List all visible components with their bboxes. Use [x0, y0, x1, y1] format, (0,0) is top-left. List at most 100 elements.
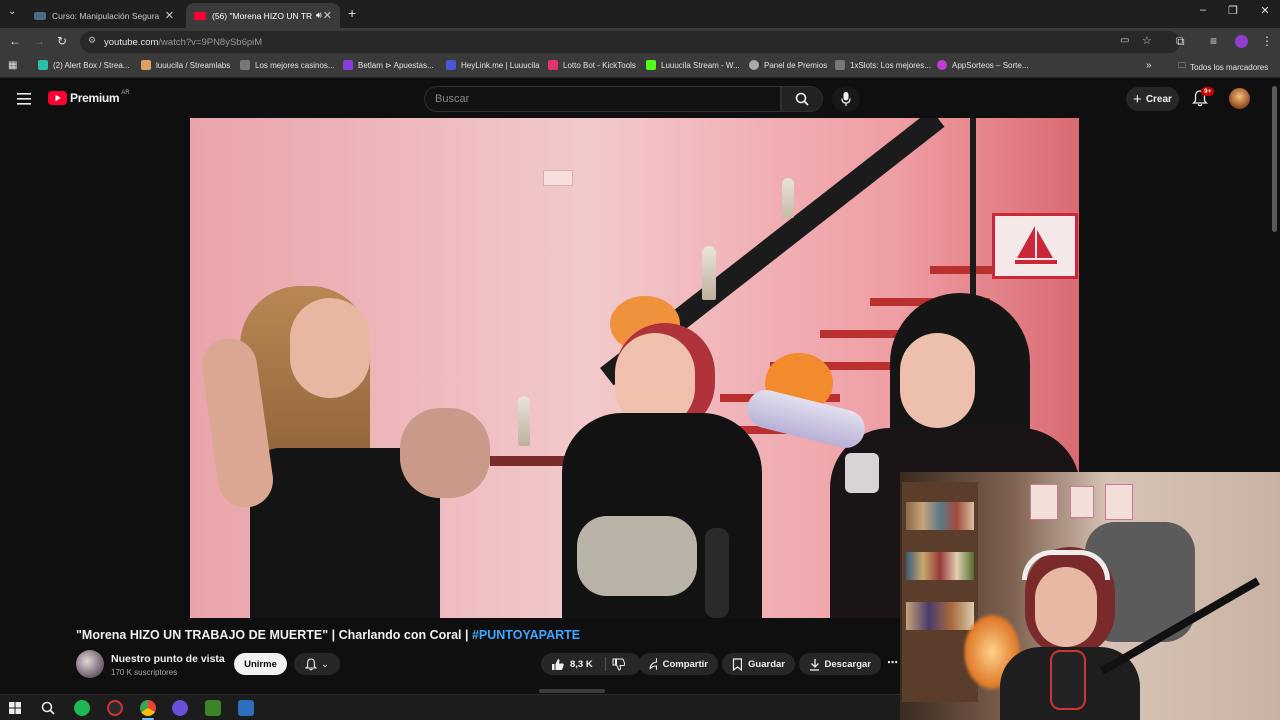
video-title: "Morena HIZO UN TRABAJO DE MUERTE" | Cha…: [76, 628, 580, 642]
divider: [604, 657, 606, 671]
video-hashtag[interactable]: #PUNTOYAPARTE: [472, 628, 580, 642]
bookmark-item[interactable]: AppSorteos – Sorte...: [937, 60, 1029, 70]
bookmark-label: luuucila / Streamlabs: [156, 60, 231, 70]
tab-favicon-icon: [34, 11, 46, 20]
save-label: Guardar: [748, 658, 785, 670]
save-button[interactable]: Guardar: [722, 653, 795, 675]
all-bookmarks-folder[interactable]: 🗀︎ Todos los marcadores: [1178, 60, 1268, 74]
bookmark-label: (2) Alert Box / Strea...: [53, 60, 130, 70]
url-path: /watch?v=9PN8ySb6piM: [158, 36, 263, 48]
app-icon[interactable]: [172, 700, 188, 716]
bookmark-item[interactable]: Panel de Premios: [749, 60, 827, 70]
bookmark-item[interactable]: (2) Alert Box / Strea...: [38, 60, 129, 70]
bookmark-label: Los mejores casinos...: [255, 60, 335, 70]
channel-avatar[interactable]: [76, 650, 104, 678]
headset: [1022, 550, 1110, 580]
dislike-icon[interactable]: [612, 658, 625, 671]
youtube-header: Premium AR Buscar + Crear 9+: [0, 80, 1280, 118]
wall-frame: [992, 213, 1078, 279]
card-frame: [1030, 484, 1058, 520]
bookmark-item[interactable]: Los mejores casinos...: [240, 60, 335, 70]
close-tab-icon[interactable]: ✕: [165, 9, 174, 22]
more-actions-icon[interactable]: ⋯: [887, 656, 901, 672]
pillow: [577, 516, 697, 596]
person-face: [290, 298, 370, 398]
tab-label: Curso: Manipulación Segura de: [52, 10, 162, 21]
bookmark-favicon-icon: [343, 60, 353, 70]
spotify-icon[interactable]: [74, 700, 90, 716]
tab-search-chevron-icon[interactable]: ⌄: [8, 6, 16, 17]
bookmark-favicon-icon: [446, 60, 456, 70]
install-app-icon[interactable]: ▭: [1120, 35, 1129, 46]
menu-icon[interactable]: [17, 93, 31, 105]
profile-avatar[interactable]: [1235, 35, 1248, 48]
webcam-overlay: [900, 472, 1280, 720]
horizontal-scroll-indicator[interactable]: [539, 689, 605, 693]
youtube-premium-logo[interactable]: Premium AR: [48, 90, 130, 105]
search-button[interactable]: [781, 86, 823, 112]
tab-youtube[interactable]: (56) "Morena HIZO UN TRA 🔊︎ ✕: [186, 3, 340, 28]
tab-curso[interactable]: Curso: Manipulación Segura de ✕: [26, 3, 182, 28]
bookmark-favicon-icon: [240, 60, 250, 70]
sailboat-icon: [1015, 226, 1057, 264]
maximize-icon[interactable]: ❐: [1218, 4, 1248, 17]
stair-post: [970, 118, 976, 318]
books: [906, 552, 974, 580]
new-tab-icon[interactable]: +: [348, 5, 356, 21]
download-icon: [810, 658, 819, 671]
bookmark-favicon-icon: [38, 60, 48, 70]
bookmark-item[interactable]: Betlam ⊳ Apuestas...: [343, 60, 434, 70]
bookmark-favicon-icon: [548, 60, 558, 70]
reload-icon[interactable]: ↻: [57, 34, 67, 48]
bookmark-item[interactable]: Lotto Bot - KickTools: [548, 60, 636, 70]
bookmark-item[interactable]: 1xSlots: Los mejores...: [835, 60, 931, 70]
speaker-icon[interactable]: 🔊︎: [316, 10, 322, 21]
download-button[interactable]: Descargar: [799, 653, 881, 675]
minimize-icon[interactable]: –: [1188, 4, 1218, 16]
create-button[interactable]: + Crear: [1126, 87, 1179, 111]
channel-name[interactable]: Nuestro punto de vista: [111, 653, 225, 665]
windows-start-icon[interactable]: [9, 702, 21, 714]
extensions-icon[interactable]: ⧉: [1176, 34, 1185, 49]
books: [906, 502, 974, 530]
person-face: [900, 333, 975, 428]
bookmark-favicon-icon: [937, 60, 947, 70]
bookmark-favicon-icon: [141, 60, 151, 70]
notifications-button[interactable]: 9+: [1191, 87, 1215, 112]
site-info-icon[interactable]: ⚙: [88, 35, 96, 46]
like-icon[interactable]: [551, 658, 564, 671]
apps-grid-icon[interactable]: ▦: [8, 60, 17, 71]
share-icon: [649, 658, 657, 670]
subscription-bell-button[interactable]: ⌄: [294, 653, 340, 675]
voice-search-button[interactable]: [832, 86, 860, 112]
calculator-icon[interactable]: [238, 700, 254, 716]
chrome-icon[interactable]: [140, 700, 156, 720]
premium-logo-text: Premium: [70, 91, 120, 105]
like-dislike-group: 8,3 K: [541, 653, 641, 675]
close-window-icon[interactable]: ✕: [1250, 4, 1280, 17]
obs-icon[interactable]: [107, 700, 123, 716]
forward-icon[interactable]: →: [33, 34, 45, 48]
bookmark-item[interactable]: HeyLink.me | Luuucila: [446, 60, 540, 70]
minecraft-icon[interactable]: [205, 700, 221, 716]
browser-menu-icon[interactable]: ⋮: [1261, 34, 1273, 48]
bookmark-item[interactable]: luuucila / Streamlabs: [141, 60, 230, 70]
search-input[interactable]: Buscar: [424, 86, 781, 112]
video-title-text: "Morena HIZO UN TRABAJO DE MUERTE" | Cha…: [76, 628, 472, 642]
page-scrollbar[interactable]: [1272, 86, 1277, 232]
taskbar-search-icon[interactable]: [41, 701, 55, 715]
close-tab-icon[interactable]: ✕: [323, 9, 332, 22]
search-icon: [795, 92, 809, 106]
bookmark-item[interactable]: Luuucila Stream - W...: [646, 60, 740, 70]
media-queue-icon[interactable]: ≡: [1210, 34, 1217, 48]
all-bookmarks-label: Todos los marcadores: [1190, 62, 1269, 72]
browser-tab-strip: ⌄ Curso: Manipulación Segura de ✕ (56) "…: [0, 0, 1280, 28]
join-button[interactable]: Unirme: [234, 653, 287, 675]
share-button[interactable]: Compartir: [639, 653, 718, 675]
bookmark-star-icon[interactable]: ☆: [1142, 34, 1152, 47]
address-bar[interactable]: ⚙ youtube.com/watch?v=9PN8ySb6piM ▭ ☆: [80, 31, 1180, 53]
more-bookmarks-icon[interactable]: »: [1146, 60, 1152, 71]
user-avatar[interactable]: [1229, 88, 1250, 109]
back-icon[interactable]: ←: [9, 34, 21, 48]
card-frame: [1105, 484, 1133, 520]
